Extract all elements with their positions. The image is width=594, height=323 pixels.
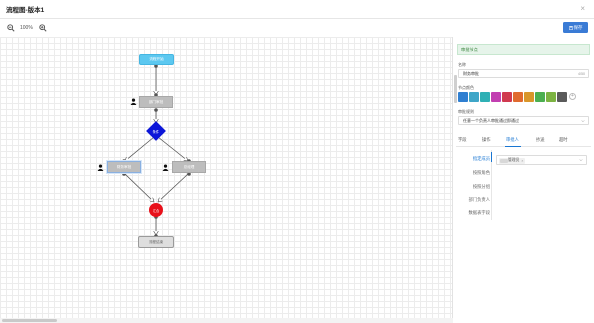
zoom-out-icon[interactable] <box>7 24 15 32</box>
color-swatch[interactable] <box>546 92 556 102</box>
member-chip: 管理员 × <box>499 157 526 164</box>
close-icon[interactable]: × <box>580 5 585 13</box>
user-icon <box>97 164 104 171</box>
task-node-department[interactable]: 部门审批 <box>139 96 173 108</box>
save-button-label: 保存 <box>573 24 583 30</box>
color-swatch[interactable] <box>491 92 501 102</box>
char-counter: 4/50 <box>578 71 585 76</box>
avatar <box>500 158 508 163</box>
subnav-item-table-field[interactable]: 数据表字段 <box>456 210 490 216</box>
color-swatch[interactable] <box>524 92 534 102</box>
end-node[interactable]: 流程结束 <box>138 236 174 248</box>
properties-panel <box>454 37 594 323</box>
color-swatch[interactable] <box>513 92 523 102</box>
canvas-toolbar: 100% <box>0 20 594 36</box>
color-swatch[interactable] <box>480 92 490 102</box>
node-type-banner: 审批节点 <box>457 44 590 55</box>
subnav-item-groups[interactable]: 按照分组 <box>456 184 490 190</box>
task-node-finance[interactable]: 财务审批 <box>107 161 141 173</box>
subnav-active-indicator <box>491 152 492 162</box>
color-swatch[interactable] <box>469 92 479 102</box>
name-input[interactable]: 财务审批 4/50 <box>458 69 589 78</box>
color-swatches: + <box>458 92 576 102</box>
save-icon <box>568 25 573 30</box>
chevron-down-icon <box>579 158 583 162</box>
name-label: 名称 <box>458 62 466 67</box>
color-swatch[interactable] <box>458 92 468 102</box>
subnav-item-dept-head[interactable]: 部门负责人 <box>456 197 490 203</box>
rule-label: 审批规则 <box>458 109 474 114</box>
zoom-level: 100% <box>20 25 33 31</box>
workflow-editor-window: 流程图-版本1 × 100% 保存 流程开始 部门审批 条件 财务审批 总经理 … <box>0 0 594 323</box>
zoom-in-icon[interactable] <box>39 24 47 32</box>
horizontal-scrollbar[interactable] <box>0 318 453 323</box>
gateway-label: 条件 <box>152 129 160 134</box>
window-title: 流程图-版本1 <box>6 7 45 14</box>
color-swatch[interactable] <box>557 92 567 102</box>
scrollbar-thumb[interactable] <box>2 319 57 322</box>
tab-operations[interactable]: 操作 <box>482 137 491 143</box>
member-select[interactable]: 管理员 × <box>496 155 587 165</box>
color-swatch[interactable] <box>535 92 545 102</box>
tab-timeout[interactable]: 超时 <box>559 137 568 143</box>
flow-canvas[interactable] <box>0 37 453 318</box>
flow-connectors <box>122 64 191 238</box>
rule-select[interactable]: 任意一个负责人审批通过即通过 <box>458 116 589 125</box>
name-input-value: 财务审批 <box>463 70 479 76</box>
active-tab-indicator <box>505 146 521 147</box>
merge-node[interactable]: 汇合 <box>149 203 163 217</box>
start-node[interactable]: 流程开始 <box>139 54 174 65</box>
panel-scrollbar[interactable] <box>454 75 457 103</box>
subnav-item-roles[interactable]: 按照角色 <box>456 170 490 176</box>
tab-approvers[interactable]: 审批人 <box>506 137 519 143</box>
rule-select-value: 任意一个负责人审批通过即通过 <box>463 117 519 123</box>
tab-cc[interactable]: 抄送 <box>536 137 545 143</box>
add-color-button[interactable]: + <box>569 93 576 101</box>
subnav-item-members[interactable]: 指定成员 <box>456 156 490 162</box>
title-bar: 流程图-版本1 <box>0 0 594 19</box>
task-node-manager[interactable]: 总经理 <box>172 161 206 173</box>
user-icon <box>162 164 169 171</box>
member-chip-label: 管理员 <box>508 158 520 162</box>
user-icon <box>130 98 137 105</box>
color-swatch[interactable] <box>502 92 512 102</box>
save-button[interactable]: 保存 <box>563 22 588 33</box>
tab-fields[interactable]: 字段 <box>458 137 467 143</box>
close-icon[interactable]: × <box>521 159 523 163</box>
panel-tabs: 字段 操作 审批人 抄送 超时 <box>456 136 591 147</box>
color-label: 节点颜色 <box>458 85 474 90</box>
chevron-down-icon <box>581 119 585 123</box>
